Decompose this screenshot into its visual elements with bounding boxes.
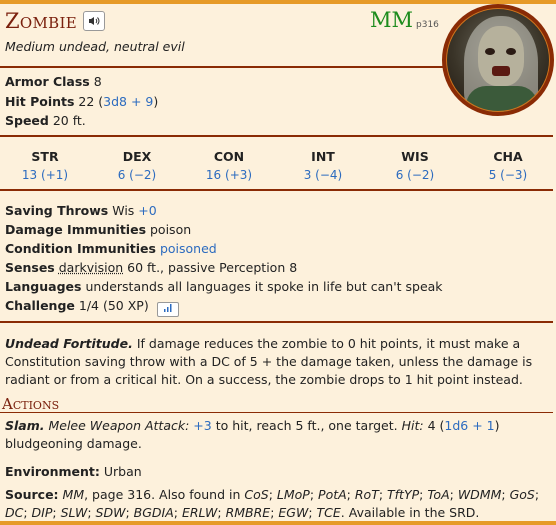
hit-points: Hit Points 22 (3d8 + 9) — [5, 94, 159, 109]
armor-class: Armor Class 8 — [5, 74, 102, 89]
save-bonus-link[interactable]: +0 — [138, 203, 156, 218]
ability-cha: CHA 5 (−3) — [473, 149, 543, 182]
environment: Environment: Urban — [5, 464, 142, 479]
divider — [0, 66, 445, 68]
actions-underline — [0, 412, 553, 413]
ability-dex-roll[interactable]: 6 (−2) — [102, 168, 172, 182]
ability-cha-roll[interactable]: 5 (−3) — [473, 168, 543, 182]
speaker-icon[interactable] — [82, 11, 105, 31]
monster-type: Medium undead, neutral evil — [5, 39, 185, 54]
languages: Languages understands all languages it s… — [5, 279, 443, 294]
hp-dice-link[interactable]: 3d8 + 9 — [103, 94, 153, 109]
monster-portrait[interactable] — [442, 4, 554, 116]
ability-wis: WIS 6 (−2) — [380, 149, 450, 182]
source-book[interactable]: MM — [63, 487, 85, 502]
source-abbr[interactable]: MM — [370, 8, 413, 32]
monster-name: Zombie — [5, 9, 77, 33]
ability-str-roll[interactable]: 13 (+1) — [10, 168, 80, 182]
divider — [0, 321, 553, 323]
divider — [0, 135, 553, 137]
slam-attack-roll[interactable]: +3 — [193, 418, 211, 433]
ability-con-roll[interactable]: 16 (+3) — [194, 168, 264, 182]
source-page: p316 — [416, 20, 439, 30]
top-border — [0, 0, 556, 4]
damage-immunities: Damage Immunities poison — [5, 222, 192, 237]
ability-int: INT 3 (−4) — [288, 149, 358, 182]
ability-dex: DEX 6 (−2) — [102, 149, 172, 182]
actions-heading: Actions — [2, 395, 60, 413]
divider — [0, 189, 553, 191]
challenge: Challenge 1/4 (50 XP) — [5, 298, 179, 317]
ability-con: CON 16 (+3) — [194, 149, 264, 182]
trait-undead-fortitude: Undead Fortitude. If damage reduces the … — [5, 336, 533, 387]
ability-int-roll[interactable]: 3 (−4) — [288, 168, 358, 182]
source-tag[interactable]: MM p316 — [370, 8, 439, 32]
ability-str: STR 13 (+1) — [10, 149, 80, 182]
name-row: Zombie — [5, 9, 105, 33]
poisoned-link[interactable]: poisoned — [160, 241, 217, 256]
ability-wis-roll[interactable]: 6 (−2) — [380, 168, 450, 182]
speed: Speed 20 ft. — [5, 113, 86, 128]
action-slam: Slam. Melee Weapon Attack: +3 to hit, re… — [5, 418, 500, 451]
statblock: Zombie MM p316 Medium undead, neutral ev… — [0, 0, 556, 525]
bar-chart-icon[interactable] — [156, 302, 179, 317]
darkvision-link[interactable]: darkvision — [59, 260, 123, 275]
saving-throws: Saving Throws Wis +0 — [5, 203, 157, 218]
slam-damage-roll[interactable]: 1d6 + 1 — [444, 418, 494, 433]
condition-immunities: Condition Immunities poisoned — [5, 241, 217, 256]
bottom-border — [0, 521, 556, 525]
senses: Senses darkvision 60 ft., passive Percep… — [5, 260, 298, 275]
source-line: Source: MM, page 316. Also found in CoS;… — [5, 487, 540, 520]
